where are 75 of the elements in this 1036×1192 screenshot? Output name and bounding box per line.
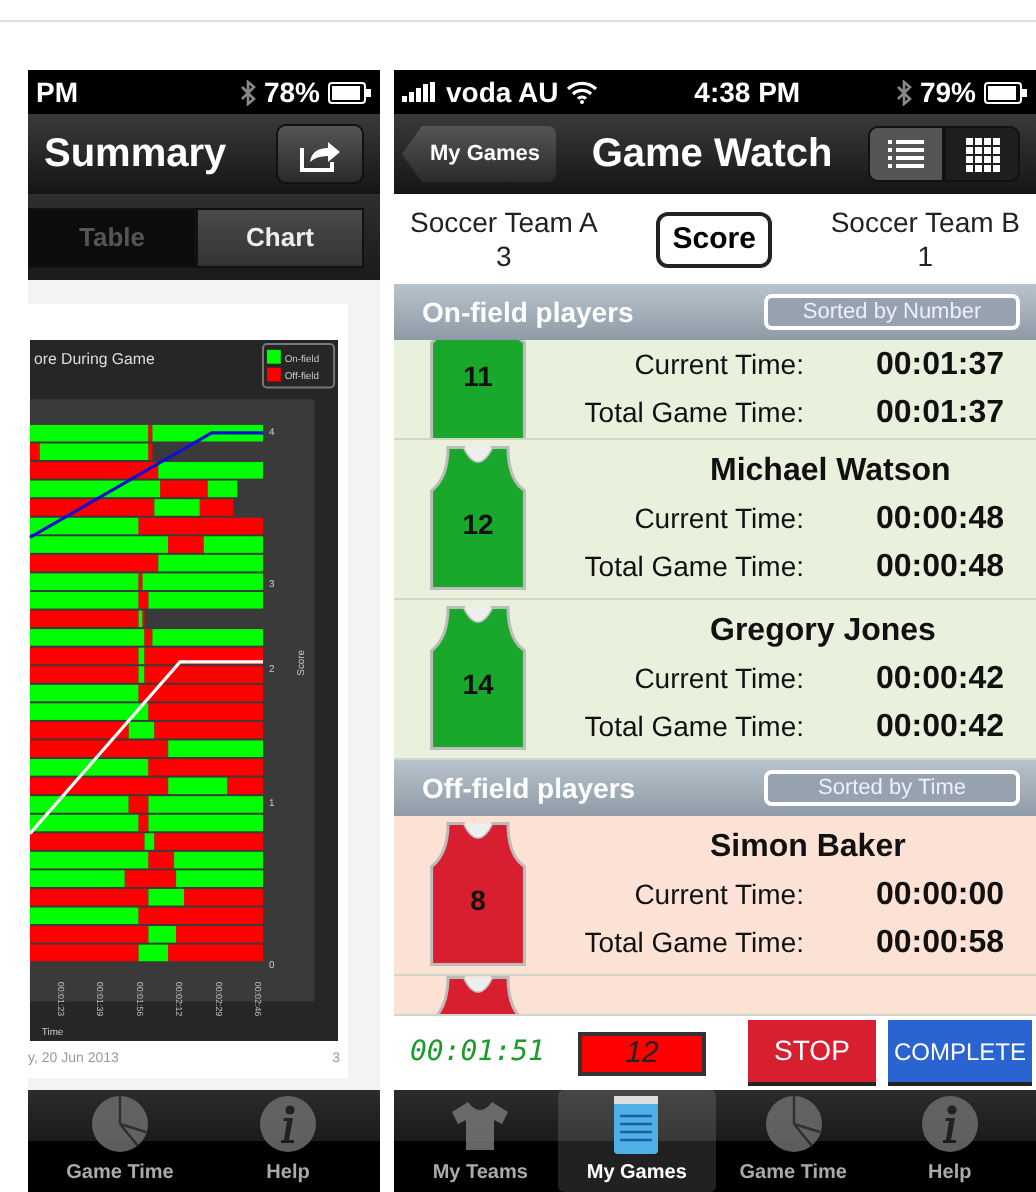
view-toggle-button[interactable] — [944, 126, 1020, 182]
complete-button[interactable]: COMPLETE — [887, 1020, 1032, 1086]
score-button[interactable]: Score — [656, 211, 772, 267]
team-name: Soccer Team A — [410, 205, 598, 239]
player-name: Simon Baker — [708, 827, 908, 867]
player-name: Gregory Jones — [708, 611, 938, 651]
section-title: Off-field players — [422, 769, 636, 808]
player-row[interactable]: 11 Current Time: 00:01:37 Total Game Time: 00:01:37 — [394, 340, 1036, 440]
stop-button[interactable]: STOP — [747, 1020, 876, 1086]
info-icon — [258, 1094, 318, 1154]
time-value: 00:01:37 — [873, 345, 1004, 385]
time-value: 00:00:48 — [873, 547, 1004, 587]
counter-display: 12 — [578, 1031, 706, 1075]
notepad-icon — [612, 1094, 661, 1154]
time-label: Current Time: — [634, 500, 804, 538]
tab-button[interactable]: My Games — [558, 1090, 715, 1192]
segment-tab[interactable]: Chart — [196, 207, 364, 267]
tab-button[interactable]: My Teams — [402, 1090, 559, 1192]
screen-title: Game Watch — [589, 130, 835, 180]
time-label: Total Game Time: — [584, 548, 804, 586]
time-label: Current Time: — [634, 660, 804, 698]
section-title: On-field players — [422, 293, 634, 332]
team-name: Soccer Team B — [830, 205, 1020, 239]
view-toggle-button[interactable] — [868, 126, 944, 182]
status-time: PM — [36, 73, 78, 111]
time-value: 00:00:48 — [873, 499, 1004, 539]
player-row[interactable]: 14 Gregory Jones Current Time: 00:00:42 Total Game Time: 00:00:42 — [394, 600, 1036, 760]
time-label: Current Time: — [634, 876, 804, 914]
carrier-name: voda AU — [446, 73, 559, 111]
time-label: Total Game Time: — [584, 708, 804, 746]
time-label: Total Game Time: — [584, 924, 804, 962]
tab-button[interactable]: Game Time — [36, 1090, 204, 1192]
jersey-number: 12 — [462, 508, 494, 540]
partial-player-row[interactable] — [394, 976, 1036, 1016]
battery-icon — [328, 81, 372, 103]
share-icon — [298, 136, 342, 172]
jersey-number: 8 — [470, 884, 486, 916]
wifi-icon — [566, 80, 599, 104]
jersey-number: 11 — [463, 360, 493, 392]
tab-button[interactable]: Help — [871, 1090, 1028, 1192]
tab-button[interactable]: Help — [204, 1090, 372, 1192]
jersey-icon — [430, 606, 526, 750]
battery-icon — [984, 81, 1028, 103]
back-button[interactable]: My Games — [402, 126, 557, 182]
player-name: Michael Watson — [708, 451, 953, 491]
time-label: Total Game Time: — [584, 394, 804, 432]
jersey-icon — [430, 446, 526, 590]
time-value: 00:00:42 — [873, 707, 1004, 747]
share-button[interactable] — [276, 124, 364, 184]
screen-title: Summary — [44, 130, 227, 180]
bluetooth-icon — [239, 79, 256, 105]
game-timer: 00:01:51 — [410, 1034, 547, 1072]
battery-percent: 79% — [919, 73, 976, 111]
status-time: 4:38 PM — [692, 73, 803, 111]
list-icon — [888, 140, 924, 168]
info-icon — [919, 1094, 980, 1154]
tab-button[interactable]: Game Time — [715, 1090, 872, 1192]
chart-title: ore During Game — [33, 349, 155, 368]
pie-chart-icon — [763, 1094, 824, 1154]
team-score: 3 — [496, 239, 512, 273]
pie-chart-icon — [90, 1094, 150, 1154]
time-value: 00:00:00 — [873, 875, 1004, 915]
jersey-number: 14 — [462, 668, 494, 700]
time-value: 00:01:37 — [873, 393, 1004, 433]
bluetooth-icon — [895, 79, 912, 105]
signal-icon — [402, 82, 438, 102]
team-score: 1 — [917, 239, 934, 273]
battery-percent: 78% — [263, 73, 320, 111]
time-value: 00:00:42 — [873, 659, 1004, 699]
time-value: 00:00:58 — [873, 923, 1004, 963]
jersey-icon — [430, 340, 526, 438]
time-label: Current Time: — [634, 346, 804, 384]
jersey-icon — [430, 822, 526, 966]
grid-icon — [965, 137, 999, 171]
player-row[interactable]: 12 Michael Watson Current Time: 00:00:48 Total Game Time: 00:00:48 — [394, 440, 1036, 600]
